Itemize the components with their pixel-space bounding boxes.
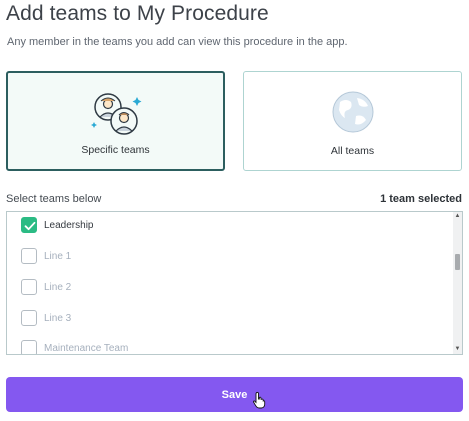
team-list-scrollbar[interactable]: ▲ ▼ <box>453 212 462 354</box>
team-row-line-2[interactable]: Line 2 <box>7 272 455 302</box>
team-row-line-1[interactable]: Line 1 <box>7 241 455 271</box>
team-label: Maintenance Team <box>44 342 129 354</box>
line-3-checkbox[interactable] <box>21 310 37 326</box>
page-title: Add teams to My Procedure <box>6 2 269 25</box>
page-subtitle: Any member in the teams you add can view… <box>7 36 348 48</box>
team-row-leadership[interactable]: Leadership <box>7 212 455 240</box>
select-teams-label: Select teams below <box>6 193 102 205</box>
hand-cursor-icon <box>253 391 266 409</box>
add-teams-dialog: Add teams to My Procedure Any member in … <box>0 0 469 421</box>
maintenance-team-checkbox[interactable] <box>21 340 37 354</box>
specific-teams-label: Specific teams <box>81 144 150 156</box>
team-row-line-3[interactable]: Line 3 <box>7 303 455 333</box>
line-1-checkbox[interactable] <box>21 248 37 264</box>
team-list[interactable]: Leadership Line 1 Line 2 Line 3 Maintena… <box>6 211 463 355</box>
line-2-checkbox[interactable] <box>21 279 37 295</box>
all-teams-option[interactable]: All teams <box>243 71 462 171</box>
team-row-maintenance-team[interactable]: Maintenance Team <box>7 333 455 354</box>
team-people-icon <box>90 93 141 135</box>
leadership-checkbox[interactable] <box>21 217 37 233</box>
team-selected-count: 1 team selected <box>380 193 462 205</box>
checkmark-icon <box>24 221 36 231</box>
team-label: Line 2 <box>44 281 72 293</box>
save-button[interactable]: Save <box>6 377 463 412</box>
team-label: Line 1 <box>44 250 72 262</box>
team-label: Leadership <box>44 219 94 231</box>
specific-teams-option[interactable]: Specific teams <box>6 71 225 171</box>
scrollbar-thumb[interactable] <box>455 254 460 270</box>
globe-icon <box>332 91 373 133</box>
team-label: Line 3 <box>44 312 72 324</box>
scroll-down-arrow-icon[interactable]: ▼ <box>454 346 461 353</box>
all-teams-label: All teams <box>330 145 375 157</box>
scroll-up-arrow-icon[interactable]: ▲ <box>454 213 461 220</box>
